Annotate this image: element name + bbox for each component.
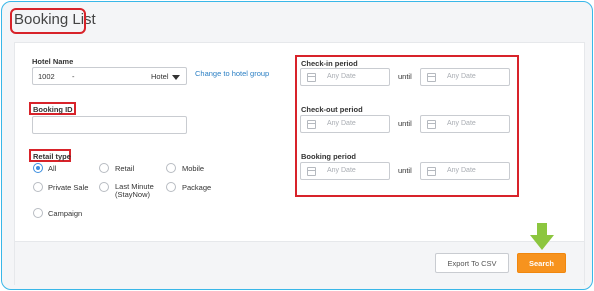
check-in-until-label: until [398,72,412,81]
booking-period-label: Booking period [301,152,356,161]
check-out-until-label: until [398,119,412,128]
radio-package-label: Package [182,183,212,192]
change-to-hotel-group-link[interactable]: Change to hotel group [195,69,269,78]
radio-last-minute-sublabel: (StayNow) [115,190,151,199]
booking-from-placeholder: Any Date [327,167,356,174]
caret-down-icon [172,75,180,80]
app-window: Booking List Hotel Name 1002 - Hotel Cha… [1,1,593,290]
radio-mobile[interactable] [166,163,176,173]
booking-to-field[interactable]: Any Date [420,162,510,180]
check-in-from-placeholder: Any Date [327,73,356,80]
search-button[interactable]: Search [517,253,566,273]
radio-retail[interactable] [99,163,109,173]
hotel-name-label: Hotel Name [32,57,74,66]
hotel-select[interactable]: 1002 - Hotel [32,67,187,85]
hotel-code: 1002 [38,72,55,81]
check-out-from-placeholder: Any Date [327,120,356,127]
radio-campaign-label: Campaign [48,209,83,218]
check-out-from-field[interactable]: Any Date [300,115,390,133]
radio-last-minute[interactable] [99,182,109,192]
filter-panel: Hotel Name 1002 - Hotel Change to hotel … [14,42,585,285]
booking-to-placeholder: Any Date [447,167,476,174]
check-in-period-label: Check-in period [301,59,358,68]
arrow-down-icon [530,223,554,250]
booking-id-input[interactable] [32,116,187,134]
radio-private-sale-label: Private Sale [48,183,89,192]
radio-all-label: All [48,164,57,173]
check-out-to-field[interactable]: Any Date [420,115,510,133]
hotel-value: Hotel [151,72,169,81]
title-highlight-box [10,8,86,34]
check-out-period-label: Check-out period [301,105,363,114]
calendar-icon [427,120,436,129]
calendar-icon [307,73,316,82]
calendar-icon [427,167,436,176]
booking-id-label: Booking ID [33,105,73,114]
hotel-separator: - [72,72,75,81]
check-in-to-field[interactable]: Any Date [420,68,510,86]
calendar-icon [427,73,436,82]
radio-package[interactable] [166,182,176,192]
radio-mobile-label: Mobile [182,164,205,173]
booking-until-label: until [398,166,412,175]
booking-from-field[interactable]: Any Date [300,162,390,180]
check-in-from-field[interactable]: Any Date [300,68,390,86]
calendar-icon [307,120,316,129]
retail-type-label: Retail type [33,152,71,161]
radio-retail-label: Retail [115,164,135,173]
radio-private-sale[interactable] [33,182,43,192]
check-in-to-placeholder: Any Date [447,73,476,80]
check-out-to-placeholder: Any Date [447,120,476,127]
export-csv-button[interactable]: Export To CSV [435,253,509,273]
calendar-icon [307,167,316,176]
radio-campaign[interactable] [33,208,43,218]
radio-all[interactable] [33,163,43,173]
